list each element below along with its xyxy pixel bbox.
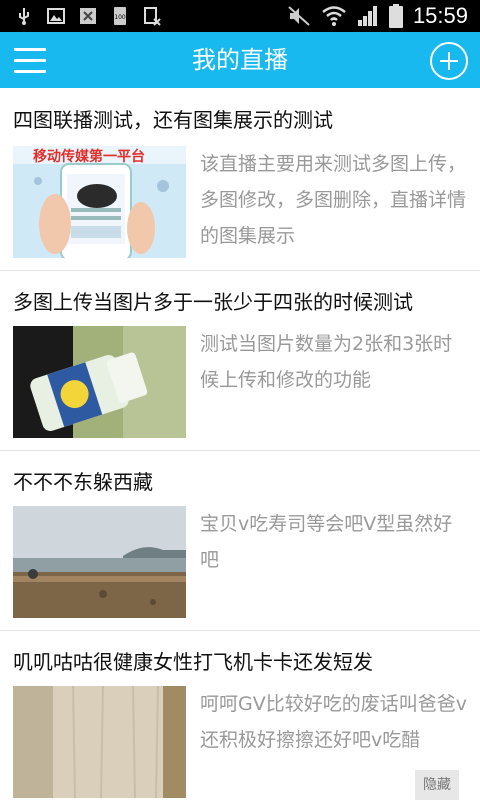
phone-promo-image: 移动传媒第一平台 — [13, 146, 186, 258]
clock: 15:59 — [412, 3, 468, 28]
gallery-icon — [47, 8, 65, 24]
item-description: 宝贝v吃寿司等会吧V型虽然好吧 — [200, 513, 453, 571]
item-title: 四图联播测试，还有图集展示的测试 — [13, 108, 333, 132]
hide-button[interactable]: 隐藏 — [415, 770, 459, 800]
list-item[interactable]: 不不不东躲西藏 宝贝v吃寿司等会吧V型虽然好吧 — [0, 450, 480, 631]
item-title: 叽叽咕咕很健康女性打飞机卡卡还发短发 — [13, 650, 373, 674]
signal-icon — [357, 6, 377, 26]
list-item[interactable]: 四图联播测试，还有图集展示的测试 移动传媒第一平台 该直播主要用来测试多图上传，… — [0, 88, 480, 271]
item-description: 该直播主要用来测试多图上传，多图修改，多图删除，直播详情的图集展示 — [200, 153, 467, 247]
battery-icon — [388, 4, 403, 28]
item-title: 不不不东躲西藏 — [13, 470, 153, 494]
item-title: 多图上传当图片多于一张少于四张的时候测试 — [13, 290, 413, 314]
wifi-icon — [322, 6, 346, 26]
usb-icon — [19, 8, 29, 25]
battery-100-icon: 100 — [114, 7, 126, 25]
beach-photo — [13, 506, 186, 618]
item-description: 呵呵GV比较好吃的废话叫爸爸v还积极好擦擦还好吧v吃醋 — [200, 693, 467, 751]
bottle-photo — [13, 326, 186, 438]
mute-icon — [288, 6, 310, 26]
list-item[interactable]: 多图上传当图片多于一张少于四张的时候测试 测试当图片数量为2张和3张时候上传和修… — [0, 270, 480, 451]
svg-text:100: 100 — [114, 14, 126, 21]
status-bar: 100 15:59 — [0, 0, 480, 32]
no-sim-icon — [80, 8, 96, 24]
svg-text:移动传媒第一平台: 移动传媒第一平台 — [33, 148, 145, 165]
title-bar: 我的直播 — [0, 32, 480, 88]
blocked-icon — [144, 7, 161, 26]
wood-board-photo — [13, 686, 186, 798]
page-title: 我的直播 — [192, 46, 288, 74]
item-description: 测试当图片数量为2张和3张时候上传和修改的功能 — [200, 333, 453, 391]
live-list: 四图联播测试，还有图集展示的测试 移动传媒第一平台 该直播主要用来测试多图上传，… — [0, 88, 480, 800]
add-button[interactable] — [430, 42, 468, 80]
list-item[interactable]: 叽叽咕咕很健康女性打飞机卡卡还发短发 呵呵GV比较好吃的废话叫爸爸v还积极好擦擦… — [0, 630, 480, 800]
